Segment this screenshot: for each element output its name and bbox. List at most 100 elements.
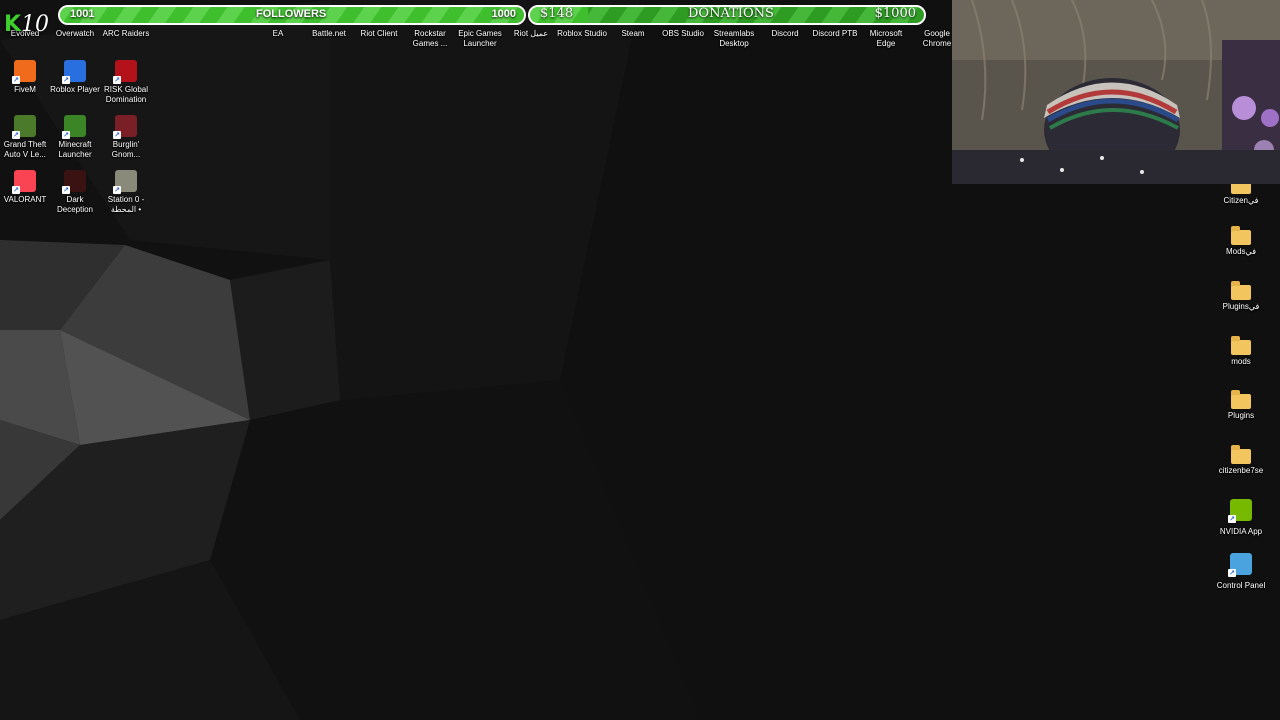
fivem-icon: ↗: [12, 60, 36, 84]
followers-goal: 1000: [491, 8, 516, 20]
shortcut-label: Overwatch: [55, 29, 95, 38]
risk-icon: ↗: [113, 60, 137, 84]
folder-icon: [1231, 390, 1251, 409]
shortcut-label: Discord: [771, 29, 799, 38]
shortcut-arrow-icon: ↗: [62, 186, 70, 194]
shortcut-label: ARC Raiders: [102, 29, 150, 38]
desktop-shortcut-valorant[interactable]: ↗ VALORANT: [0, 170, 50, 205]
desktop-shortcut-dark-deception[interactable]: ↗ Dark Deception: [50, 170, 100, 215]
shortcut-label: Battle.net: [312, 29, 346, 38]
shortcut-label: Rockstar Games ...: [412, 29, 448, 48]
webcam-feed: [952, 0, 1280, 184]
k10-logo: K10: [4, 12, 50, 37]
shortcut-label: citizenbe7se: [1218, 466, 1264, 475]
burglin-gnomes-icon: ↗: [113, 115, 137, 139]
desktop-shortcut-control-panel[interactable]: ↗ Control Panel: [1213, 553, 1269, 591]
shortcut-arrow-icon: ↗: [1228, 569, 1236, 577]
desktop-shortcut-riot[interactable]: Riot Client: [354, 29, 404, 39]
shortcut-label: Steam: [621, 29, 645, 38]
roblox-icon: ↗: [62, 60, 86, 84]
valorant-icon: ↗: [12, 170, 36, 194]
shortcut-arrow-icon: ↗: [113, 131, 121, 139]
desktop-shortcut-folder[interactable]: Plugins: [1213, 390, 1269, 421]
desktop-shortcut-minecraft[interactable]: ↗ Minecraft Launcher: [50, 115, 100, 160]
desktop-shortcut-rockstar[interactable]: Rockstar Games ...: [405, 29, 455, 49]
desktop-shortcut-discord[interactable]: Discord: [760, 29, 810, 39]
desktop-shortcut-riot[interactable]: Riot عميل: [506, 29, 556, 39]
shortcut-label: FiveM: [14, 85, 36, 94]
shortcut-arrow-icon: ↗: [1228, 515, 1236, 523]
desktop-shortcut-steam[interactable]: Steam: [608, 29, 658, 39]
desktop-shortcut-discord-ptb[interactable]: Discord PTB: [810, 29, 860, 39]
followers-goal-bar: 1001 FOLLOWERS 1000: [58, 5, 526, 25]
desktop-shortcut-ea[interactable]: EA: [253, 29, 303, 39]
followers-label: FOLLOWERS: [256, 8, 327, 20]
stream-goal-overlay: 1001 FOLLOWERS 1000 $148 DONATIONS $1000: [58, 5, 928, 27]
desktop-shortcut-gta[interactable]: ↗ Grand Theft Auto V Le...: [0, 115, 50, 160]
shortcut-label: Control Panel: [1216, 581, 1266, 590]
control-panel-icon: ↗: [1228, 553, 1252, 577]
desktop-shortcut-folder[interactable]: mods: [1213, 336, 1269, 367]
desktop-shortcut-nvidia[interactable]: ↗ NVIDIA App: [1213, 499, 1269, 537]
station0-icon: ↗: [113, 170, 137, 194]
folder-icon: [1231, 336, 1251, 355]
desktop-shortcut-folder[interactable]: Modsفي: [1213, 226, 1269, 257]
shortcut-label: Minecraft Launcher: [58, 140, 92, 159]
shortcut-label: EA: [272, 29, 284, 38]
shortcut-arrow-icon: ↗: [62, 131, 70, 139]
shortcut-label: Citizenفي: [1223, 196, 1259, 205]
shortcut-label: Streamlabs Desktop: [713, 29, 755, 48]
shortcut-label: Modsفي: [1225, 247, 1257, 256]
shortcut-arrow-icon: ↗: [62, 76, 70, 84]
nvidia-icon: ↗: [1228, 499, 1252, 523]
donations-goal: $1000: [874, 6, 916, 21]
gta-icon: ↗: [12, 115, 36, 139]
desktop-shortcut-streamlabs[interactable]: Streamlabs Desktop: [709, 29, 759, 49]
desktop-shortcut-battlenet[interactable]: Battle.net: [304, 29, 354, 39]
followers-current: 1001: [70, 8, 95, 20]
shortcut-arrow-icon: ↗: [113, 76, 121, 84]
folder-icon: [1231, 445, 1251, 464]
desktop-shortcut-edge[interactable]: Microsoft Edge: [861, 29, 911, 49]
folder-icon: [1231, 281, 1251, 300]
desktop-shortcut-obs[interactable]: OBS Studio: [658, 29, 708, 39]
shortcut-arrow-icon: ↗: [12, 76, 20, 84]
desktop-shortcut-overwatch[interactable]: Overwatch: [50, 29, 100, 39]
desktop-shortcut-burglin-gnomes[interactable]: ↗ Burglin' Gnom...: [101, 115, 151, 160]
desktop-shortcut-station0[interactable]: ↗ Station 0 - المحطة •: [101, 170, 151, 215]
desktop-shortcut-arc-raiders[interactable]: ARC Raiders: [101, 29, 151, 39]
shortcut-label: RISK Global Domination: [103, 85, 149, 104]
shortcut-label: Roblox Player: [50, 85, 100, 94]
dark-deception-icon: ↗: [62, 170, 86, 194]
shortcut-label: Riot Client: [360, 29, 398, 38]
shortcut-label: NVIDIA App: [1219, 527, 1263, 536]
shortcut-label: VALORANT: [3, 195, 47, 204]
desktop-shortcut-risk[interactable]: ↗ RISK Global Domination: [101, 60, 151, 105]
shortcut-label: Discord PTB: [812, 29, 858, 38]
shortcut-label: Station 0 - المحطة •: [107, 195, 145, 214]
donations-current: $148: [540, 6, 574, 21]
folder-icon: [1231, 226, 1251, 245]
shortcut-label: mods: [1231, 357, 1251, 366]
desktop-shortcut-folder[interactable]: citizenbe7se: [1213, 445, 1269, 476]
desktop-shortcut-roblox-studio[interactable]: Roblox Studio: [557, 29, 607, 39]
shortcut-label: Grand Theft Auto V Le...: [3, 140, 47, 159]
shortcut-label: Burglin' Gnom...: [111, 140, 141, 159]
shortcut-label: Pluginsفي: [1222, 302, 1260, 311]
desktop-shortcut-folder[interactable]: Pluginsفي: [1213, 281, 1269, 312]
minecraft-icon: ↗: [62, 115, 86, 139]
desktop-shortcut-roblox[interactable]: ↗ Roblox Player: [50, 60, 100, 95]
shortcut-label: Microsoft Edge: [869, 29, 903, 48]
shortcut-label: Riot عميل: [513, 29, 549, 38]
desktop-shortcut-fivem[interactable]: ↗ FiveM: [0, 60, 50, 95]
shortcut-label: Plugins: [1227, 411, 1255, 420]
desktop-shortcut-epic[interactable]: Epic Games Launcher: [455, 29, 505, 49]
shortcut-label: Roblox Studio: [557, 29, 607, 38]
shortcut-arrow-icon: ↗: [12, 131, 20, 139]
shortcut-arrow-icon: ↗: [12, 186, 20, 194]
donations-goal-bar: $148 DONATIONS $1000: [528, 5, 926, 25]
donations-label: DONATIONS: [688, 6, 774, 21]
desktop: Evolved Overwatch ARC Raiders EA Battle.net R…: [0, 0, 1280, 720]
shortcut-arrow-icon: ↗: [113, 186, 121, 194]
shortcut-label: OBS Studio: [662, 29, 704, 38]
